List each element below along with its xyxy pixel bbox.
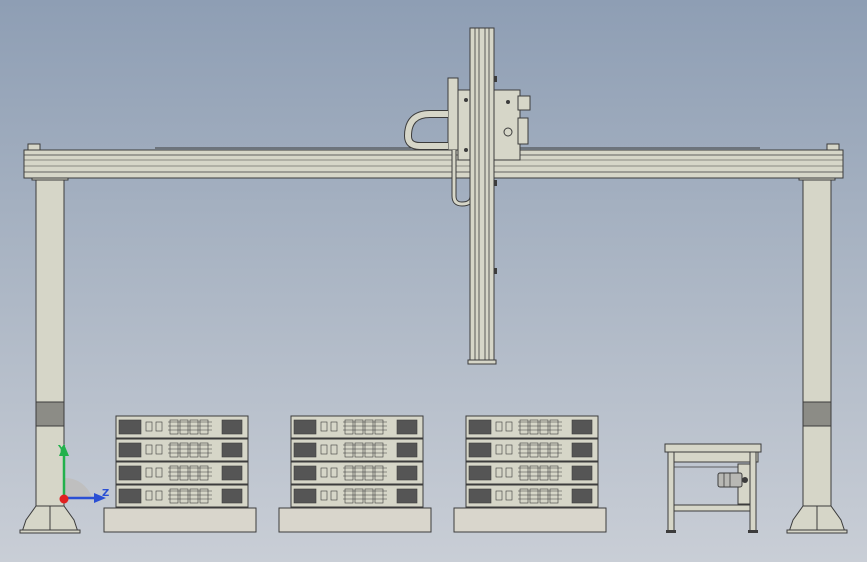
server-unit — [465, 484, 599, 508]
triad-z-label: Z — [102, 488, 109, 499]
server-unit — [115, 438, 249, 462]
server-stack-3[interactable] — [453, 415, 607, 533]
cad-viewport[interactable]: Y Z — [0, 0, 867, 562]
server-stacks — [103, 415, 607, 533]
server-unit — [290, 415, 424, 439]
z-axis-rail[interactable] — [467, 27, 497, 365]
conveyor-station[interactable] — [664, 443, 762, 533]
right-gantry-column[interactable] — [786, 174, 848, 534]
server-unit — [465, 461, 599, 485]
y-axis-carriage[interactable] — [403, 77, 531, 207]
server-unit — [465, 415, 599, 439]
server-unit — [290, 461, 424, 485]
server-unit — [115, 415, 249, 439]
triad-y-label: Y — [57, 444, 66, 455]
server-stack-2[interactable] — [278, 415, 432, 533]
gantry-robot-model[interactable]: Y Z — [0, 0, 867, 562]
server-stack-1[interactable] — [103, 415, 257, 533]
server-unit — [290, 438, 424, 462]
coordinate-triad: Y Z — [57, 444, 109, 504]
server-unit — [115, 461, 249, 485]
server-unit — [465, 438, 599, 462]
server-unit — [115, 484, 249, 508]
server-unit — [290, 484, 424, 508]
